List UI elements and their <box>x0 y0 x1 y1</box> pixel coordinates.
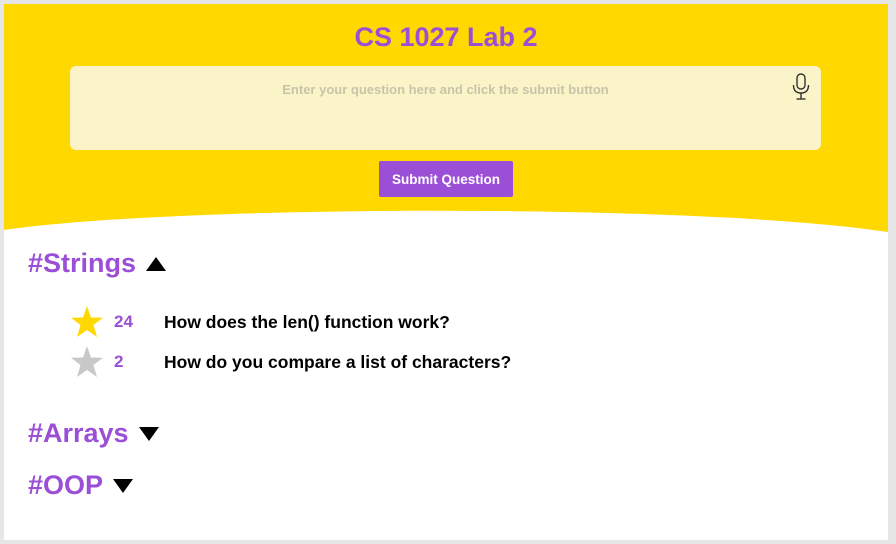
question-text[interactable]: How do you compare a list of characters? <box>164 352 511 373</box>
star-icon[interactable] <box>70 345 104 379</box>
star-icon[interactable] <box>70 305 104 339</box>
question-box <box>70 66 821 150</box>
triangle-up-icon[interactable] <box>146 256 167 271</box>
question-text[interactable]: How does the len() function work? <box>164 312 450 333</box>
header: CS 1027 Lab 2 Submit Question <box>4 4 888 234</box>
section-oop-header[interactable]: #OOP <box>28 470 134 501</box>
section-strings: #Strings <box>28 248 167 279</box>
submit-question-button[interactable]: Submit Question <box>379 161 513 197</box>
section-strings-header[interactable]: #Strings <box>28 248 167 279</box>
section-title: #OOP <box>28 470 104 500</box>
question-row: 2 How do you compare a list of character… <box>70 345 511 379</box>
section-title: #Strings <box>28 248 137 278</box>
section-arrays-header[interactable]: #Arrays <box>28 418 159 449</box>
microphone-icon[interactable] <box>791 72 811 102</box>
question-input[interactable] <box>70 66 821 150</box>
triangle-down-icon[interactable] <box>138 426 159 441</box>
vote-count: 24 <box>114 312 133 331</box>
page-title: CS 1027 Lab 2 <box>354 22 538 52</box>
triangle-down-icon[interactable] <box>113 478 134 493</box>
app-frame: CS 1027 Lab 2 Submit Question #Strings 2… <box>4 4 888 540</box>
section-arrays: #Arrays <box>28 418 159 449</box>
vote-count: 2 <box>114 352 124 371</box>
section-oop: #OOP <box>28 470 134 501</box>
section-title: #Arrays <box>28 418 129 448</box>
question-row: 24 How does the len() function work? <box>70 305 450 339</box>
